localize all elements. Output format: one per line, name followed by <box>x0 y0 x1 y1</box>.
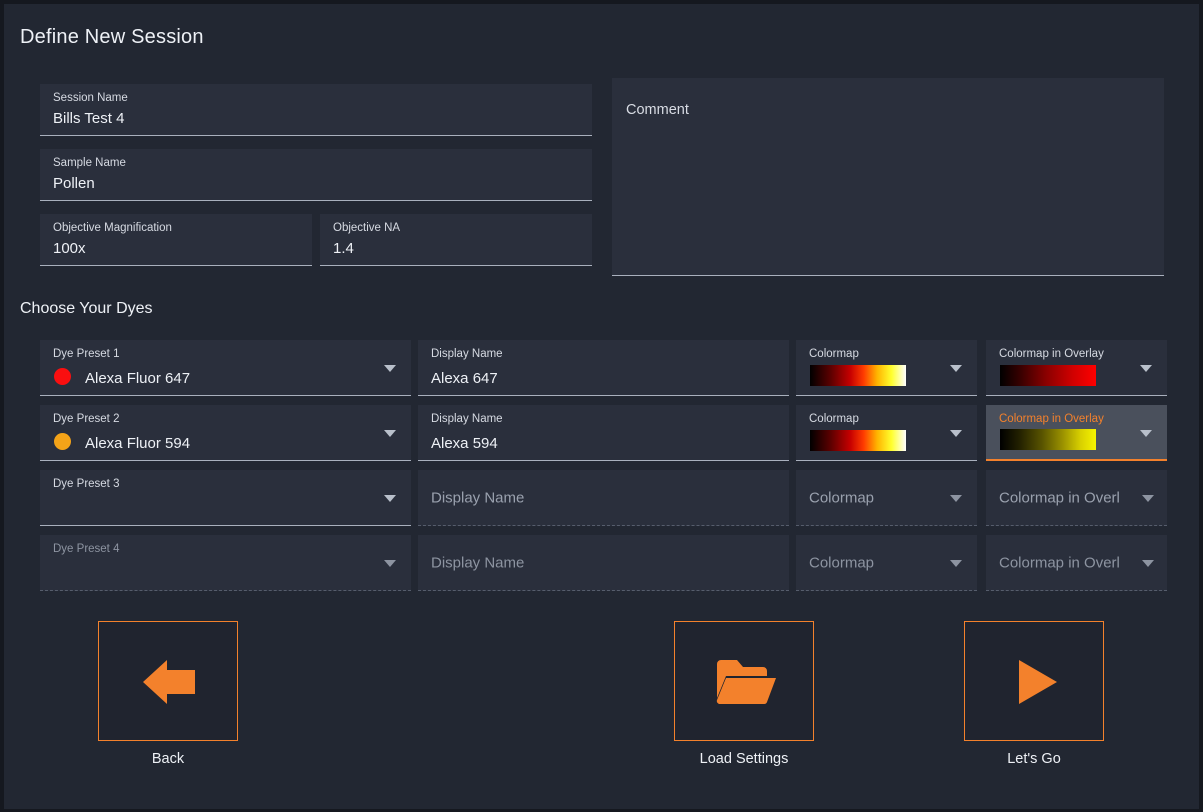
dye-preset-4-dropdown: Dye Preset 4 <box>40 535 411 591</box>
comment-field[interactable]: Comment <box>612 78 1164 276</box>
session-name-field[interactable]: Session Name Bills Test 4 <box>40 84 592 136</box>
sample-name-label: Sample Name <box>53 157 126 169</box>
chevron-down-icon <box>384 560 396 567</box>
sample-name-value: Pollen <box>53 175 95 192</box>
colormap-2-label: Colormap <box>809 413 859 425</box>
dye-preset-2-value: Alexa Fluor 594 <box>85 435 191 452</box>
back-action: Back <box>98 621 238 767</box>
dye-color-dot <box>54 433 71 450</box>
session-name-value: Bills Test 4 <box>53 110 125 127</box>
colormap-3-dropdown[interactable]: Colormap <box>796 470 977 526</box>
colormap-2-swatch <box>810 430 906 451</box>
chevron-down-icon[interactable] <box>1140 365 1152 372</box>
choose-your-dyes-title: Choose Your Dyes <box>20 300 153 317</box>
chevron-down-icon[interactable] <box>384 495 396 502</box>
dye-preset-2-dropdown[interactable]: Dye Preset 2 Alexa Fluor 594 <box>40 405 411 461</box>
objective-magnification-field[interactable]: Objective Magnification 100x <box>40 214 312 266</box>
display-name-2-label: Display Name <box>431 413 503 425</box>
objective-magnification-label: Objective Magnification <box>53 222 172 234</box>
colormap-4-dropdown: Colormap <box>796 535 977 591</box>
display-name-1-label: Display Name <box>431 348 503 360</box>
colormap-1-label: Colormap <box>809 348 859 360</box>
back-label: Back <box>151 751 185 767</box>
display-name-2-field[interactable]: Display Name Alexa 594 <box>418 405 789 461</box>
display-name-3-placeholder: Display Name <box>431 489 525 506</box>
display-name-4-field: Display Name <box>418 535 789 591</box>
lets-go-action: Let's Go <box>964 621 1104 767</box>
chevron-down-icon[interactable] <box>950 365 962 372</box>
chevron-down-icon[interactable] <box>950 430 962 437</box>
display-name-1-value: Alexa 647 <box>431 370 498 387</box>
colormap-1-swatch <box>810 365 906 386</box>
chevron-down-icon <box>1142 560 1154 567</box>
lets-go-label: Let's Go <box>1007 751 1061 767</box>
load-settings-label: Load Settings <box>699 751 789 767</box>
dye-preset-4-label: Dye Preset 4 <box>53 543 120 555</box>
lets-go-button[interactable] <box>964 621 1104 741</box>
colormap-overlay-2-label: Colormap in Overlay <box>999 413 1104 425</box>
colormap-3-placeholder: Colormap <box>809 489 875 506</box>
colormap-overlay-1-swatch <box>1000 365 1096 386</box>
back-button[interactable] <box>98 621 238 741</box>
session-name-label: Session Name <box>53 92 128 104</box>
colormap-overlay-3-placeholder: Colormap in Overl <box>999 489 1120 506</box>
colormap-overlay-4-placeholder: Colormap in Overl <box>999 554 1120 571</box>
chevron-down-icon[interactable] <box>384 430 396 437</box>
dye-preset-1-dropdown[interactable]: Dye Preset 1 Alexa Fluor 647 <box>40 340 411 396</box>
load-settings-button[interactable] <box>674 621 814 741</box>
display-name-1-field[interactable]: Display Name Alexa 647 <box>418 340 789 396</box>
display-name-4-placeholder: Display Name <box>431 554 525 571</box>
chevron-down-icon[interactable] <box>1142 495 1154 502</box>
colormap-2-dropdown[interactable]: Colormap <box>796 405 977 461</box>
load-settings-action: Load Settings <box>674 621 814 767</box>
colormap-overlay-2-swatch <box>1000 429 1096 450</box>
colormap-overlay-3-dropdown[interactable]: Colormap in Overl <box>986 470 1167 526</box>
chevron-down-icon[interactable] <box>950 495 962 502</box>
comment-label: Comment <box>626 102 689 118</box>
colormap-1-dropdown[interactable]: Colormap <box>796 340 977 396</box>
colormap-overlay-2-dropdown[interactable]: Colormap in Overlay <box>986 405 1167 461</box>
colormap-overlay-1-label: Colormap in Overlay <box>999 348 1104 360</box>
objective-magnification-value: 100x <box>53 240 86 257</box>
dye-preset-1-label: Dye Preset 1 <box>53 348 120 360</box>
colormap-overlay-1-dropdown[interactable]: Colormap in Overlay <box>986 340 1167 396</box>
dye-preset-1-value: Alexa Fluor 647 <box>85 370 191 387</box>
colormap-overlay-4-dropdown: Colormap in Overl <box>986 535 1167 591</box>
chevron-down-icon[interactable] <box>1140 430 1152 437</box>
chevron-down-icon <box>950 560 962 567</box>
sample-name-field[interactable]: Sample Name Pollen <box>40 149 592 201</box>
objective-na-field[interactable]: Objective NA 1.4 <box>320 214 592 266</box>
arrow-left-icon <box>99 622 239 742</box>
objective-na-label: Objective NA <box>333 222 401 234</box>
display-name-3-field[interactable]: Display Name <box>418 470 789 526</box>
folder-open-icon <box>675 622 815 742</box>
play-icon <box>965 622 1105 742</box>
chevron-down-icon[interactable] <box>384 365 396 372</box>
page-title: Define New Session <box>20 26 204 48</box>
dye-preset-2-label: Dye Preset 2 <box>53 413 120 425</box>
dye-preset-3-dropdown[interactable]: Dye Preset 3 <box>40 470 411 526</box>
display-name-2-value: Alexa 594 <box>431 435 498 452</box>
define-new-session-window: Define New Session Session Name Bills Te… <box>4 4 1199 809</box>
dye-color-dot <box>54 368 71 385</box>
dye-preset-3-label: Dye Preset 3 <box>53 478 120 490</box>
colormap-4-placeholder: Colormap <box>809 554 875 571</box>
objective-na-value: 1.4 <box>333 240 354 257</box>
